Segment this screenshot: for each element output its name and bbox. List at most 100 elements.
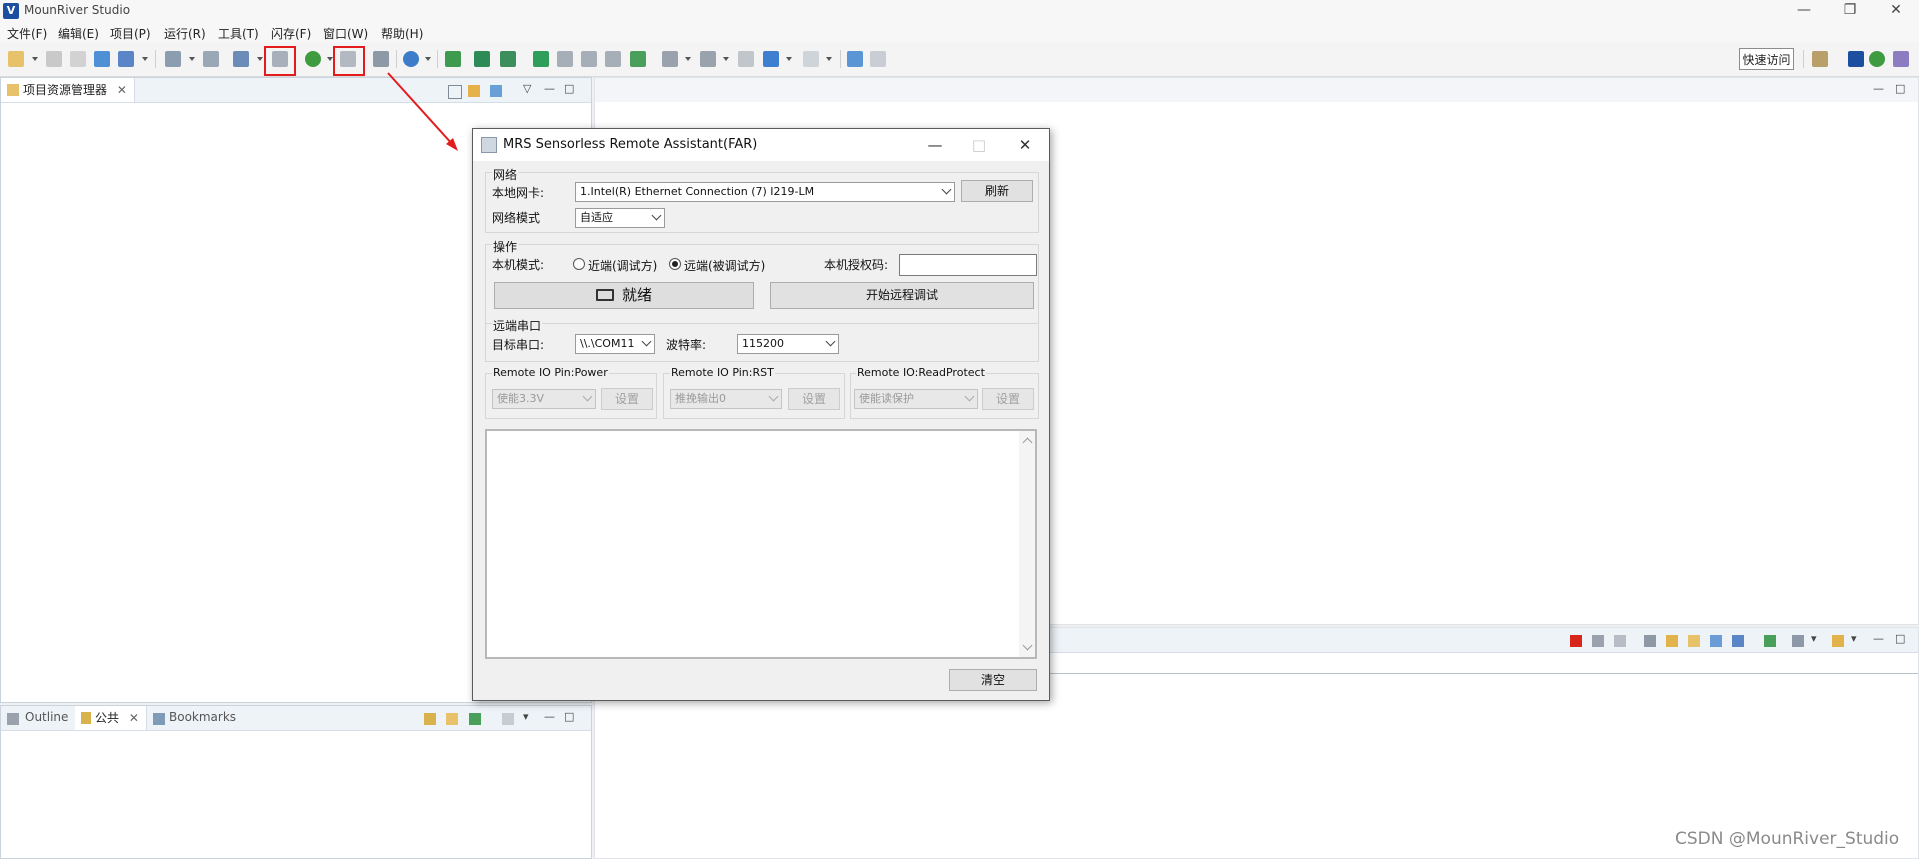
save-icon[interactable] — [46, 51, 62, 67]
build-all-icon[interactable] — [94, 51, 110, 67]
minimize-view-icon[interactable]: — — [544, 710, 555, 723]
dialog-close-button[interactable]: ✕ — [1005, 133, 1045, 157]
menu-edit[interactable]: 编辑(E) — [58, 25, 99, 42]
tab-outline[interactable]: Outline — [25, 710, 68, 724]
radio-near[interactable] — [573, 258, 585, 270]
project-icon[interactable] — [118, 51, 134, 67]
menu-help[interactable]: 帮助(H) — [381, 25, 423, 42]
view-menu-icon[interactable]: ▽ — [523, 82, 531, 95]
target-port-select[interactable]: \\.\COM11 — [575, 334, 655, 354]
remove-all-icon[interactable] — [1614, 635, 1626, 647]
menu-window[interactable]: 窗口(W) — [323, 25, 368, 42]
show-on-error-icon[interactable] — [1732, 635, 1744, 647]
tab-project-explorer[interactable]: 项目资源管理器 ✕ — [1, 78, 135, 102]
link-icon[interactable] — [446, 713, 458, 725]
menu-file[interactable]: 文件(F) — [7, 25, 47, 42]
new-icon[interactable] — [8, 51, 24, 67]
tools-icon[interactable] — [373, 51, 389, 67]
maximize-view-icon[interactable]: □ — [564, 710, 574, 723]
clear-console-icon[interactable] — [1644, 635, 1656, 647]
radio-far-label[interactable]: 远端(被调试方) — [684, 257, 765, 274]
quick-access-button[interactable]: 快速访问 — [1739, 48, 1794, 70]
debug-icon[interactable] — [305, 51, 321, 67]
scroll-down-icon[interactable] — [1022, 640, 1033, 651]
minimize-editor-icon[interactable]: — — [1873, 82, 1884, 95]
search-icon[interactable] — [403, 51, 419, 67]
minimize-button[interactable]: — — [1781, 0, 1827, 22]
display-console-icon[interactable] — [1792, 635, 1804, 647]
prev-annotation-icon[interactable] — [700, 51, 716, 67]
pin-view-icon[interactable] — [502, 713, 514, 725]
close-tab-icon[interactable]: ✕ — [117, 83, 127, 97]
debug-perspective-icon[interactable] — [1869, 51, 1885, 67]
save-all-icon[interactable] — [70, 51, 86, 67]
maximize-view-icon[interactable]: □ — [564, 82, 574, 95]
forward-dropdown-icon[interactable] — [826, 57, 832, 61]
project-dropdown-icon[interactable] — [142, 57, 148, 61]
sync-icon[interactable] — [424, 713, 436, 725]
radio-far[interactable] — [669, 258, 681, 270]
menu-run[interactable]: 运行(R) — [164, 25, 206, 42]
close-button[interactable]: ✕ — [1873, 0, 1919, 22]
step-return-icon[interactable] — [605, 51, 621, 67]
link-icon[interactable] — [870, 51, 886, 67]
minimize-console-icon[interactable]: — — [1873, 632, 1884, 645]
filter-icon[interactable] — [490, 85, 502, 97]
pin-console-icon[interactable] — [1764, 635, 1776, 647]
network-mode-select[interactable]: 自适应 — [575, 208, 665, 228]
baud-select[interactable]: 115200 — [737, 334, 839, 354]
tab-public[interactable]: 公共 ✕ — [75, 706, 147, 730]
step-into-icon[interactable] — [557, 51, 573, 67]
tab-bookmarks[interactable]: Bookmarks — [169, 710, 236, 724]
start-remote-debug-button[interactable]: 开始远程调试 — [770, 282, 1034, 309]
step-over-icon[interactable] — [581, 51, 597, 67]
close-tab-icon[interactable]: ✕ — [129, 711, 139, 725]
next-annotation-dropdown-icon[interactable] — [685, 57, 691, 61]
link-editor-icon[interactable] — [468, 85, 480, 97]
collapse-all-icon[interactable] — [448, 85, 462, 99]
menu-flash[interactable]: 闪存(F) — [271, 25, 311, 42]
scroll-up-icon[interactable] — [1022, 437, 1033, 448]
clear-button[interactable]: 清空 — [949, 669, 1037, 691]
nic-select[interactable]: 1.Intel(R) Ethernet Connection (7) I219-… — [575, 182, 955, 202]
back-dropdown-icon[interactable] — [786, 57, 792, 61]
word-wrap-icon[interactable] — [1688, 635, 1700, 647]
log-output[interactable] — [485, 429, 1037, 659]
refresh-button[interactable]: 刷新 — [961, 180, 1033, 202]
last-edit-icon[interactable] — [738, 51, 754, 67]
remove-launch-icon[interactable] — [1592, 635, 1604, 647]
erase-icon[interactable] — [233, 51, 249, 67]
forward-icon[interactable] — [803, 51, 819, 67]
terminal-icon[interactable] — [500, 51, 516, 67]
menu-project[interactable]: 项目(P) — [110, 25, 151, 42]
view-menu-icon[interactable]: ▾ — [523, 710, 529, 723]
maximize-console-icon[interactable]: □ — [1895, 632, 1905, 645]
run-icon[interactable] — [445, 51, 461, 67]
dialog-minimize-button[interactable]: — — [915, 133, 955, 157]
other-perspective-icon[interactable] — [1893, 51, 1909, 67]
open-console-icon[interactable] — [1832, 635, 1844, 647]
status-button[interactable]: 就绪 — [494, 282, 754, 309]
display-console-dropdown-icon[interactable]: ▾ — [1811, 632, 1817, 645]
back-icon[interactable] — [763, 51, 779, 67]
log-scrollbar[interactable] — [1019, 431, 1035, 657]
mrs-perspective-icon[interactable] — [1848, 51, 1864, 67]
new-dropdown-icon[interactable] — [32, 57, 38, 61]
open-console-dropdown-icon[interactable]: ▾ — [1851, 632, 1857, 645]
open-perspective-icon[interactable] — [1812, 51, 1828, 67]
console-icon[interactable] — [630, 51, 646, 67]
auth-code-input[interactable] — [899, 254, 1037, 276]
terminate-icon[interactable] — [1570, 635, 1582, 647]
next-annotation-icon[interactable] — [662, 51, 678, 67]
download-dropdown-icon[interactable] — [189, 57, 195, 61]
download-icon[interactable] — [165, 51, 181, 67]
prev-annotation-dropdown-icon[interactable] — [723, 57, 729, 61]
restore-button[interactable]: ❐ — [1827, 0, 1873, 22]
scroll-lock-icon[interactable] — [1666, 635, 1678, 647]
search-dropdown-icon[interactable] — [425, 57, 431, 61]
minimize-view-icon[interactable]: — — [544, 82, 555, 95]
flash-icon[interactable] — [203, 51, 219, 67]
show-on-output-icon[interactable] — [1710, 635, 1722, 647]
menu-tools[interactable]: 工具(T) — [218, 25, 259, 42]
step-icon[interactable] — [533, 51, 549, 67]
